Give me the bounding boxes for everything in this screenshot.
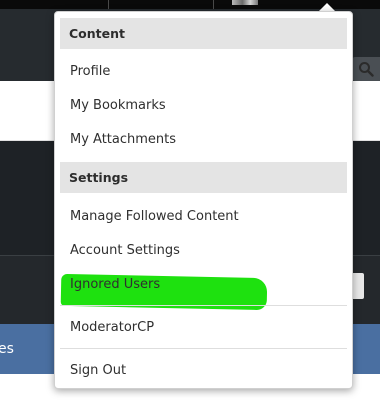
- menu-item-my-attachments[interactable]: My Attachments: [70, 131, 176, 149]
- menu-divider: [60, 348, 347, 349]
- user-dropdown-menu: Content Profile My Bookmarks My Attachme…: [54, 11, 353, 389]
- avatar[interactable]: [232, 0, 258, 5]
- top-bar-divider: [108, 0, 109, 9]
- menu-item-manage-followed-content[interactable]: Manage Followed Content: [70, 208, 239, 226]
- menu-divider: [60, 305, 347, 306]
- menu-item-ignored-users[interactable]: Ignored Users: [70, 276, 160, 294]
- search-button[interactable]: [352, 57, 380, 81]
- menu-item-account-settings[interactable]: Account Settings: [70, 242, 180, 260]
- top-bar-divider: [213, 0, 214, 9]
- menu-item-profile[interactable]: Profile: [70, 63, 110, 81]
- section-bar-label: es: [0, 341, 14, 357]
- menu-item-moderatorcp[interactable]: ModeratorCP: [70, 319, 154, 337]
- side-tab[interactable]: [352, 273, 364, 299]
- search-icon: [359, 62, 374, 77]
- menu-item-my-bookmarks[interactable]: My Bookmarks: [70, 97, 166, 115]
- section-header-settings: Settings: [60, 162, 347, 193]
- section-header-content: Content: [60, 18, 347, 49]
- menu-item-sign-out[interactable]: Sign Out: [70, 362, 126, 380]
